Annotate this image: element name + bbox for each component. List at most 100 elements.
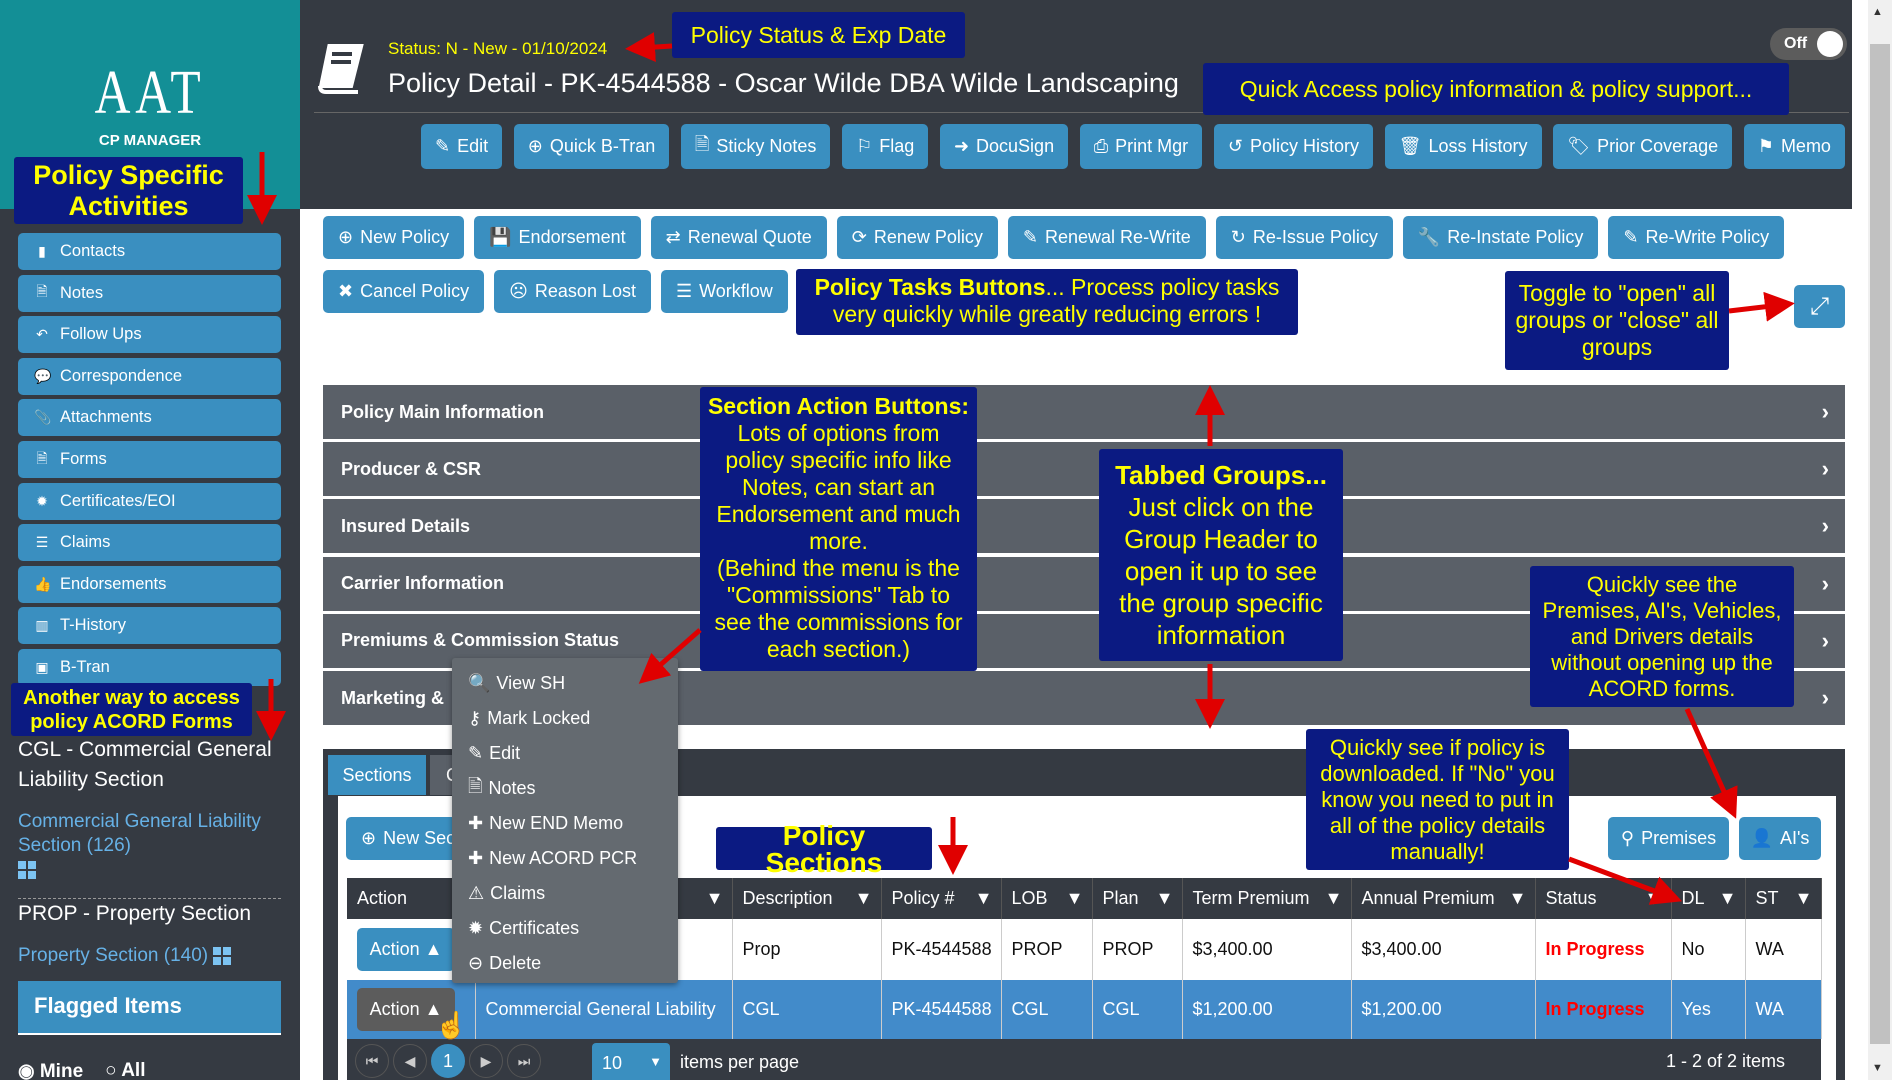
toggle-switch[interactable]: Off [1770,28,1847,60]
column-label: Policy # [891,888,955,908]
renewal-re-write-button[interactable]: ✎ Renewal Re-Write [1007,216,1206,259]
tab-sections[interactable]: Sections [328,755,426,795]
column-header[interactable]: Plan ▼ [1092,878,1183,919]
menu-item-mark-locked[interactable]: ⚷ Mark Locked [452,701,678,736]
menu-item-edit[interactable]: ✎ Edit [452,736,678,771]
button-label: Policy History [1249,136,1359,156]
column-header[interactable]: Policy # ▼ [881,878,1002,919]
reason-lost-button[interactable]: ☹ Reason Lost [494,270,651,313]
column-header[interactable]: LOB ▼ [1001,878,1093,919]
cell-value: WA [1755,999,1784,1019]
sticky-notes-button[interactable]: 🗎 Sticky Notes [680,124,831,169]
sidebar-item-endorsements[interactable]: 👍 Endorsements [18,565,281,603]
prior-coverage-button[interactable]: 🏷 Prior Coverage [1553,124,1733,169]
section-link-cgl[interactable]: Commercial General Liability Section (12… [18,810,288,882]
sidebar-item-claims[interactable]: ☰ Claims [18,524,281,562]
column-header[interactable]: Status ▼ [1535,878,1672,919]
filter-icon[interactable]: ▼ [1066,888,1084,909]
memo-button[interactable]: ⚑ Memo [1743,124,1845,169]
filter-icon[interactable]: ▼ [1325,888,1343,909]
radio-label: Mine [39,1061,84,1082]
sidebar-item-notes[interactable]: 🗎 Notes [18,274,281,312]
menu-item-new-end-memo[interactable]: ✚ New END Memo [452,806,678,841]
loss-history-button[interactable]: 🗑 Loss History [1384,124,1542,169]
button-label: Re-Instate Policy [1447,227,1584,247]
hand-cursor-icon: ☝ [435,1010,468,1040]
column-label: Plan [1102,888,1139,908]
section-link-prop[interactable]: Property Section (140) [18,944,288,968]
button-label: Re-Issue Policy [1252,227,1378,247]
endorsement-button[interactable]: 💾 Endorsement [474,216,641,259]
filter-icon[interactable]: ▼ [1645,888,1663,909]
column-header[interactable]: Term Premium ▼ [1182,878,1352,919]
new-policy-button[interactable]: ⊕ New Policy [323,216,465,259]
workflow-button[interactable]: ☰ Workflow [660,270,788,313]
filter-icon[interactable]: ▼ [1156,888,1174,909]
quick-b-tran-button[interactable]: ⊕ Quick B-Tran [513,124,670,169]
scroll-up-icon[interactable]: ▲ [1872,6,1883,18]
page-1[interactable]: 1 [431,1044,465,1078]
filter-icon[interactable]: ▼ [706,888,724,909]
menu-item-view-sh[interactable]: 🔍 View SH [452,666,678,701]
edit-button[interactable]: ✎ Edit [421,124,503,169]
re-instate-policy-button[interactable]: 🔧 Re-Instate Policy [1402,216,1599,259]
sidebar-item-attachments[interactable]: 📎 Attachments [18,399,281,437]
cell-value: CGL [1102,999,1140,1019]
button-label: DocuSign [976,136,1055,156]
group-header[interactable]: Producer & CSR › [323,442,1845,497]
policy-history-button[interactable]: ↺ Policy History [1213,124,1373,169]
sidebar-item-follow-ups[interactable]: ↶ Follow Ups [18,316,281,354]
menu-item-certificates[interactable]: ✹ Certificates [452,911,678,946]
scrollbar-thumb[interactable] [1870,44,1890,1044]
page-size-select[interactable]: 10 ▼ [592,1043,670,1080]
filter-icon[interactable]: ▼ [855,888,873,909]
filter-icon[interactable]: ▼ [1509,888,1527,909]
menu-item-delete[interactable]: ⊖ Delete [452,946,678,981]
renewal-quote-button[interactable]: ⇄ Renewal Quote [650,216,827,259]
button-label: Renewal Quote [687,227,812,247]
cell-st: WA [1745,980,1822,1039]
renew-policy-button[interactable]: ⟳ Renew Policy [836,216,998,259]
sidebar-item-b-tran[interactable]: ▣ B-Tran [18,649,281,686]
group-header[interactable]: Insured Details › [323,499,1845,554]
windows-icon[interactable] [213,946,232,965]
filter-icon[interactable]: ▼ [975,888,993,909]
table-row[interactable]: Action ▲ Commercial General Liability CGL P… [347,980,1822,1039]
menu-item-notes[interactable]: 🗎 Notes [452,771,678,806]
menu-item-new-acord-pcr[interactable]: ✚ New ACORD PCR [452,841,678,876]
group-header[interactable]: Policy Main Information › [323,385,1845,439]
windows-icon[interactable] [18,860,36,879]
flag-button[interactable]: ⚐ Flag [842,124,929,169]
print-mgr-button[interactable]: ⎙ Print Mgr [1079,124,1203,169]
filter-icon[interactable]: ▼ [1719,888,1737,909]
first-page-icon[interactable]: ⏮ [355,1044,389,1078]
menu-item-claims[interactable]: ⚠ Claims [452,876,678,911]
premises-button[interactable]: ⚲ Premises [1608,817,1729,860]
column-header[interactable]: DL ▼ [1671,878,1746,919]
plus-icon: ✚ [468,813,484,833]
filter-icon[interactable]: ▼ [1795,888,1813,909]
file-text-icon: 🗎 [36,449,48,466]
expand-all-button[interactable]: ⤢ [1794,285,1845,328]
column-header[interactable]: Description ▼ [732,878,882,919]
sidebar-item-correspondence[interactable]: 💬 Correspondence [18,357,281,395]
cancel-policy-button[interactable]: ✖ Cancel Policy [323,270,485,313]
sidebar-item-label: Correspondence [60,366,182,385]
sidebar-item-forms[interactable]: 🗎 Forms [18,441,281,478]
re-write-policy-button[interactable]: ✎ Re-Write Policy [1608,216,1785,259]
last-page-icon[interactable]: ⏭ [507,1044,541,1078]
cell-policy: PK-4544588 [881,980,1002,1039]
column-header[interactable]: Annual Premium ▼ [1351,878,1536,919]
docusign-button[interactable]: ➜ DocuSign [939,124,1069,169]
sidebar-item-contacts[interactable]: ▮ Contacts [18,233,281,270]
cell-description: CGL [732,980,882,1039]
sidebar-item-certificates-eoi[interactable]: ✹ Certificates/EOI [18,482,281,520]
scroll-down-icon[interactable]: ▼ [1872,1062,1883,1074]
re-issue-policy-button[interactable]: ↻ Re-Issue Policy [1215,216,1393,259]
prev-page-icon[interactable]: ◀ [393,1044,427,1078]
next-page-icon[interactable]: ▶ [469,1044,503,1078]
column-header[interactable]: ST ▼ [1745,878,1822,919]
action-button[interactable]: Action ▲ [357,928,455,971]
sidebar-item-t-history[interactable]: ▥ T-History [18,607,281,645]
ais-button[interactable]: 👤 AI's [1739,817,1821,860]
